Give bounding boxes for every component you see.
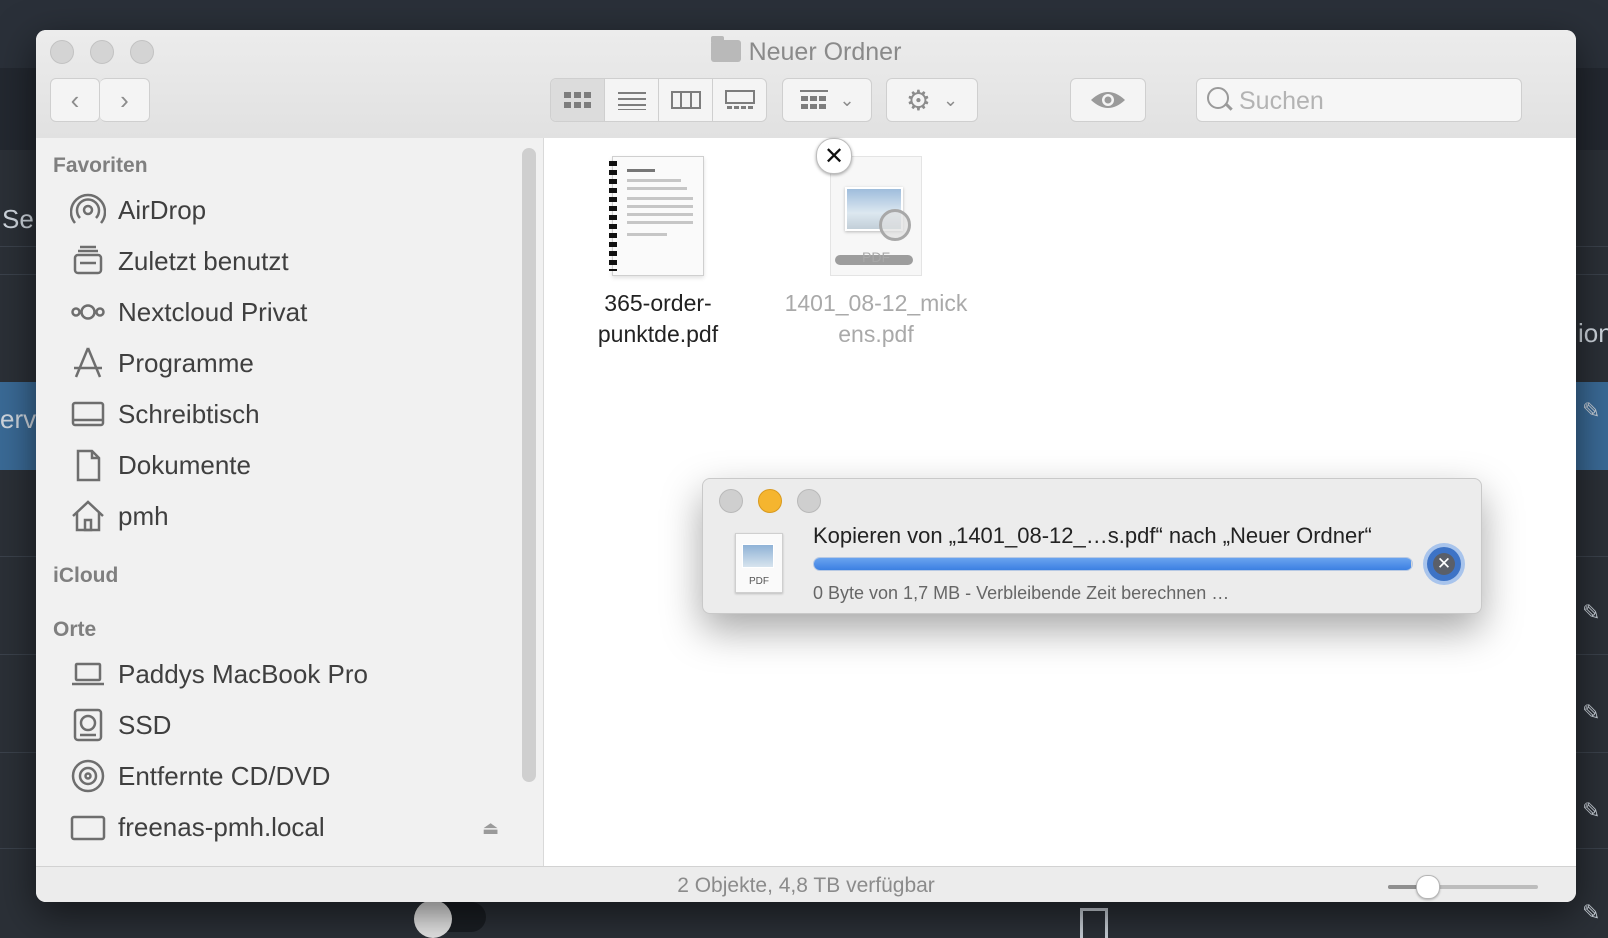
sidebar-item-label: freenas-pmh.local <box>118 811 325 842</box>
home-icon <box>70 498 106 534</box>
copy-progress-bar <box>813 557 1413 571</box>
icon-view-button[interactable] <box>551 79 605 121</box>
recents-icon <box>70 243 106 279</box>
sidebar-item-label: pmh <box>118 500 169 531</box>
sidebar-item-nextcloud[interactable]: Nextcloud Privat <box>70 290 307 334</box>
pencil-icon[interactable]: ✎ <box>1582 398 1604 423</box>
sidebar-item-documents[interactable]: Dokumente <box>70 443 251 487</box>
pencil-icon[interactable]: ✎ <box>1582 900 1604 925</box>
sidebar-item-airdrop[interactable]: AirDrop <box>70 188 206 232</box>
sidebar-item-label: Nextcloud Privat <box>118 296 308 327</box>
disc-icon <box>70 758 106 794</box>
copy-title: Kopieren von „1401_08-12_…s.pdf“ nach „N… <box>813 523 1372 548</box>
file-item[interactable]: 365-order- punktde.pdf <box>558 156 758 350</box>
pdf-file-icon: PDF <box>735 533 783 593</box>
search-input[interactable] <box>1237 79 1511 123</box>
sidebar-scrollbar[interactable] <box>522 148 536 782</box>
sidebar-item-label: Dokumente <box>118 449 251 480</box>
back-button[interactable]: ‹ <box>50 78 100 122</box>
sidebar-item-ssd[interactable]: SSD <box>70 703 171 747</box>
sidebar-item-label: Zuletzt benutzt <box>118 245 289 276</box>
window-title: Neuer Ordner <box>36 36 1576 67</box>
pencil-icon[interactable]: ✎ <box>1582 600 1604 625</box>
status-text: 2 Objekte, 4,8 TB verfügbar <box>677 874 935 897</box>
pdf-document-icon <box>609 156 704 276</box>
sidebar-item-label: Programme <box>118 347 254 378</box>
laptop-icon <box>70 656 106 692</box>
airdrop-icon <box>70 192 106 228</box>
chevron-left-icon: ‹ <box>70 84 80 115</box>
folder-icon <box>710 36 741 62</box>
sidebar-item-server[interactable]: freenas-pmh.local <box>70 805 325 849</box>
sidebar-item-recents[interactable]: Zuletzt benutzt <box>70 239 289 283</box>
gear-icon: ⚙ <box>905 84 931 116</box>
quick-look-button[interactable] <box>1070 78 1146 122</box>
server-icon <box>70 809 106 845</box>
chevron-right-icon: › <box>120 84 129 115</box>
view-mode-segmented-control <box>550 78 767 122</box>
sidebar-heading-icloud: iCloud <box>53 564 119 587</box>
search-icon <box>1207 87 1229 109</box>
pencil-icon[interactable]: ✎ <box>1582 798 1604 823</box>
gallery-view-button[interactable] <box>713 79 766 121</box>
search-field[interactable] <box>1196 78 1522 123</box>
sidebar-item-label: SSD <box>118 709 172 740</box>
sidebar-heading-locations: Orte <box>53 618 97 641</box>
finder-window: Neuer Ordner ‹ › ⌄ ⚙ ⌄ Suchen Favoriten … <box>36 30 1576 902</box>
sidebar-item-applications[interactable]: Programme <box>70 341 254 385</box>
applications-icon <box>70 345 106 381</box>
grid-icon <box>563 92 591 108</box>
cancel-copy-badge-close-icon[interactable]: ✕ <box>816 138 852 174</box>
icon-size-slider-knob[interactable] <box>1416 875 1440 899</box>
sidebar-item-label: Schreibtisch <box>118 398 260 429</box>
dialog-close-button[interactable] <box>719 489 743 513</box>
chevron-down-icon: ⌄ <box>943 89 959 110</box>
documents-icon <box>70 447 106 483</box>
background-app-text: Se <box>2 204 34 234</box>
dialog-zoom-button[interactable] <box>797 489 821 513</box>
background-toggle-knob <box>414 900 452 938</box>
group-icon <box>800 90 829 109</box>
eye-icon <box>1091 92 1125 108</box>
action-menu-button[interactable]: ⚙ ⌄ <box>886 78 978 122</box>
background-shape <box>1080 908 1108 938</box>
chevron-down-icon: ⌄ <box>839 89 855 110</box>
forward-button[interactable]: › <box>100 78 150 122</box>
file-item-copying[interactable]: PDF 1401_08-12_mick ens.pdf <box>776 156 976 350</box>
file-name: 365-order- punktde.pdf <box>597 290 719 347</box>
sidebar-item-label: AirDrop <box>118 194 207 225</box>
status-bar: 2 Objekte, 4,8 TB verfügbar <box>36 866 1576 902</box>
pencil-icon[interactable]: ✎ <box>1582 700 1604 725</box>
gallery-icon <box>724 90 755 109</box>
dialog-minimize-button[interactable] <box>758 489 782 513</box>
cancel-copy-button[interactable]: ✕ <box>1427 547 1461 581</box>
group-by-button[interactable]: ⌄ <box>782 78 872 122</box>
copy-progress-fill <box>814 558 1411 570</box>
sidebar-item-label: Paddys MacBook Pro <box>118 658 369 689</box>
desktop-icon <box>70 396 106 432</box>
drive-icon <box>70 707 106 743</box>
close-icon: ✕ <box>1433 553 1455 575</box>
sidebar-item-remote-disc[interactable]: Entfernte CD/DVD <box>70 754 330 798</box>
sidebar-heading-favorites: Favoriten <box>53 154 148 177</box>
sidebar-item-label: Entfernte CD/DVD <box>118 760 331 791</box>
sidebar-item-home[interactable]: pmh <box>70 494 169 538</box>
nextcloud-icon <box>70 294 106 330</box>
background-app-text: ion <box>1578 318 1608 348</box>
list-icon <box>617 92 646 110</box>
copy-status-text: 0 Byte von 1,7 MB - Verbleibende Zeit be… <box>813 583 1230 603</box>
column-view-button[interactable] <box>659 79 713 121</box>
sidebar-item-macbook[interactable]: Paddys MacBook Pro <box>70 652 368 696</box>
sidebar-item-desktop[interactable]: Schreibtisch <box>70 392 260 436</box>
file-name: 1401_08-12_mick ens.pdf <box>784 290 968 347</box>
copy-progress-dialog: PDF Kopieren von „1401_08-12_…s.pdf“ nac… <box>702 478 1482 614</box>
window-toolbar: Neuer Ordner ‹ › ⌄ ⚙ ⌄ Suchen <box>36 30 1576 139</box>
eject-icon[interactable]: ⏏ <box>482 818 499 839</box>
background-app-text: erv <box>0 404 37 434</box>
list-view-button[interactable] <box>605 79 659 121</box>
columns-icon <box>670 91 701 109</box>
sidebar: Favoriten AirDrop Zuletzt benutzt Nextcl… <box>36 138 544 866</box>
pdf-preview-icon: PDF <box>830 156 922 276</box>
